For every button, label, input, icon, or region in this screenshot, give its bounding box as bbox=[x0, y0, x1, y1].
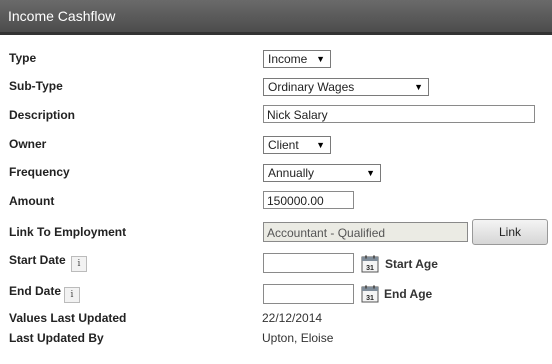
amount-input[interactable]: 150000.00 bbox=[263, 191, 354, 209]
type-label: Type bbox=[9, 51, 37, 65]
sub-type-label: Sub-Type bbox=[9, 79, 63, 93]
owner-value: Client bbox=[268, 138, 299, 152]
end-date-label: End Date bbox=[9, 284, 62, 298]
type-select[interactable]: Income ▼ bbox=[263, 50, 331, 68]
values-last-updated-value: 22/12/2014 bbox=[262, 311, 323, 325]
calendar-icon-text: 31 bbox=[366, 265, 374, 272]
link-employment-label: Link To Employment bbox=[9, 225, 127, 239]
end-date-input[interactable] bbox=[263, 284, 354, 304]
values-last-updated-label: Values Last Updated bbox=[9, 311, 127, 325]
calendar-icon[interactable]: 31 bbox=[361, 285, 379, 303]
last-updated-by-label: Last Updated By bbox=[9, 331, 104, 345]
chevron-down-icon: ▼ bbox=[366, 168, 375, 178]
employment-field: Accountant - Qualified bbox=[263, 222, 468, 242]
link-button[interactable]: Link bbox=[472, 219, 548, 245]
description-label: Description bbox=[9, 108, 76, 122]
start-age-label: Start Age bbox=[385, 257, 438, 271]
info-icon[interactable]: i bbox=[64, 287, 80, 303]
start-date-label: Start Date bbox=[9, 253, 66, 267]
owner-label: Owner bbox=[9, 137, 47, 151]
employment-value: Accountant - Qualified bbox=[267, 226, 386, 240]
panel-header: Income Cashflow bbox=[0, 0, 552, 35]
amount-value: 150000.00 bbox=[267, 194, 324, 208]
type-value: Income bbox=[268, 52, 308, 66]
panel-title: Income Cashflow bbox=[8, 8, 116, 24]
end-age-label: End Age bbox=[384, 287, 433, 301]
description-input[interactable]: Nick Salary bbox=[263, 105, 535, 123]
last-updated-by-value: Upton, Eloise bbox=[262, 331, 334, 345]
frequency-label: Frequency bbox=[9, 165, 70, 179]
chevron-down-icon: ▼ bbox=[316, 140, 325, 150]
sub-type-select[interactable]: Ordinary Wages ▼ bbox=[263, 78, 429, 96]
owner-select[interactable]: Client ▼ bbox=[263, 136, 331, 154]
frequency-value: Annually bbox=[268, 166, 315, 180]
start-date-input[interactable] bbox=[263, 253, 354, 273]
calendar-icon[interactable]: 31 bbox=[361, 255, 379, 273]
info-icon[interactable]: i bbox=[71, 256, 87, 272]
sub-type-value: Ordinary Wages bbox=[268, 80, 355, 94]
description-value: Nick Salary bbox=[267, 108, 328, 122]
chevron-down-icon: ▼ bbox=[414, 82, 423, 92]
frequency-select[interactable]: Annually ▼ bbox=[263, 164, 381, 182]
calendar-icon-text: 31 bbox=[366, 295, 374, 302]
chevron-down-icon: ▼ bbox=[316, 54, 325, 64]
amount-label: Amount bbox=[9, 194, 55, 208]
